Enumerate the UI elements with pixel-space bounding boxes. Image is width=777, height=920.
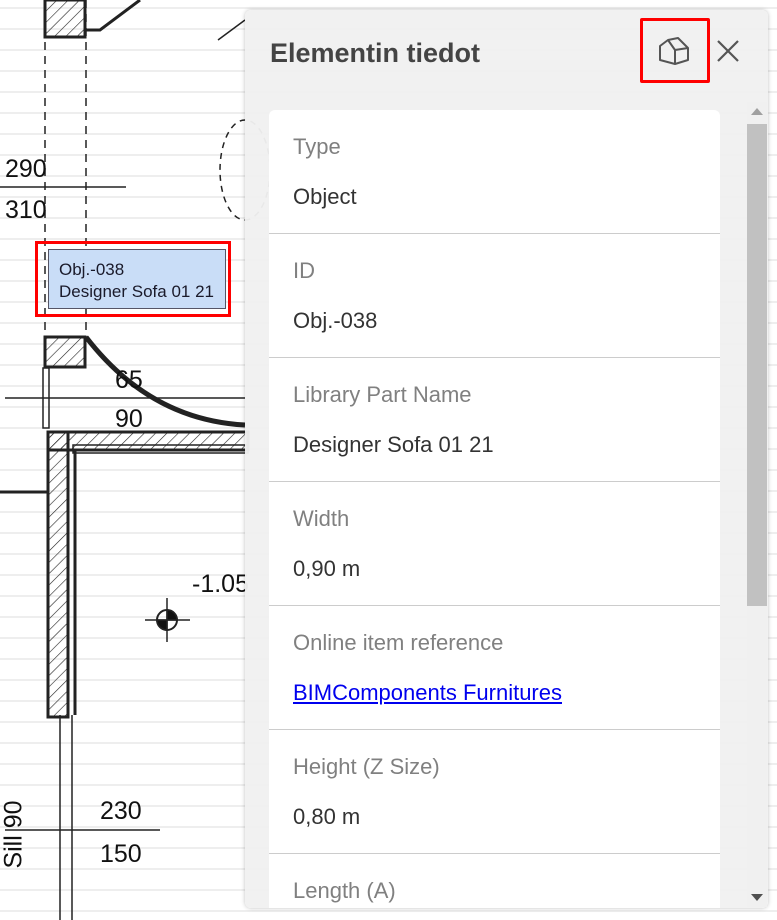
property-row: Type Object — [269, 110, 720, 234]
view-3d-button[interactable] — [640, 18, 710, 83]
property-label: Library Part Name — [293, 382, 472, 407]
property-label: Online item reference — [293, 630, 504, 655]
close-icon — [717, 40, 739, 62]
property-value: 0,90 m — [293, 556, 361, 581]
property-value: 0,80 m — [293, 804, 361, 829]
panel-title: Elementin tiedot — [270, 38, 481, 68]
scrollbar-thumb[interactable] — [747, 124, 767, 606]
property-value: Obj.-038 — [293, 308, 378, 333]
dimension-label: 90 — [115, 405, 143, 433]
property-value: BIMComponents Furnitures — [293, 656, 696, 706]
selected-object-tag[interactable]: Obj.-038 Designer Sofa 01 21 — [35, 241, 231, 317]
property-row: Length (A) — [269, 854, 720, 908]
property-label: ID — [293, 258, 315, 283]
dimension-label: 65 — [115, 366, 143, 394]
element-info-panel: Elementin tiedot Type Object ID Obj.-038 Lib… — [245, 10, 768, 908]
close-button[interactable] — [713, 36, 743, 66]
dimension-label: 150 — [100, 840, 142, 868]
dimension-label: 310 — [5, 196, 47, 224]
properties-list: Type Object ID Obj.-038 Library Part Name Des… — [269, 110, 720, 908]
property-label: Width — [293, 506, 350, 531]
scroll-up-icon[interactable] — [751, 108, 763, 115]
elevation-label: -1.05 — [192, 570, 249, 598]
tag-name: Designer Sofa 01 21 — [59, 282, 214, 301]
property-row: Width 0,90 m — [269, 482, 720, 606]
property-label: Height (Z Size) — [293, 754, 440, 779]
dimension-label: 290 — [5, 155, 47, 183]
property-row: Online item reference BIMComponents Furni… — [269, 606, 720, 730]
property-row: Library Part Name Designer Sofa 01 21 — [269, 358, 720, 482]
online-reference-link[interactable]: BIMComponents Furnitures — [293, 680, 562, 705]
scroll-down-icon[interactable] — [751, 894, 763, 901]
property-label: Type — [293, 134, 341, 159]
tag-id: Obj.-038 — [59, 260, 125, 279]
property-value: Object — [293, 184, 357, 209]
scrollbar[interactable] — [747, 102, 767, 907]
sill-label: Sill 90 — [0, 800, 28, 869]
property-row: ID Obj.-038 — [269, 234, 720, 358]
dimension-label: 230 — [100, 797, 142, 825]
property-value: Designer Sofa 01 21 — [293, 432, 494, 457]
cube-3d-icon — [659, 36, 689, 65]
property-row: Height (Z Size) 0,80 m — [269, 730, 720, 854]
property-label: Length (A) — [293, 878, 396, 903]
